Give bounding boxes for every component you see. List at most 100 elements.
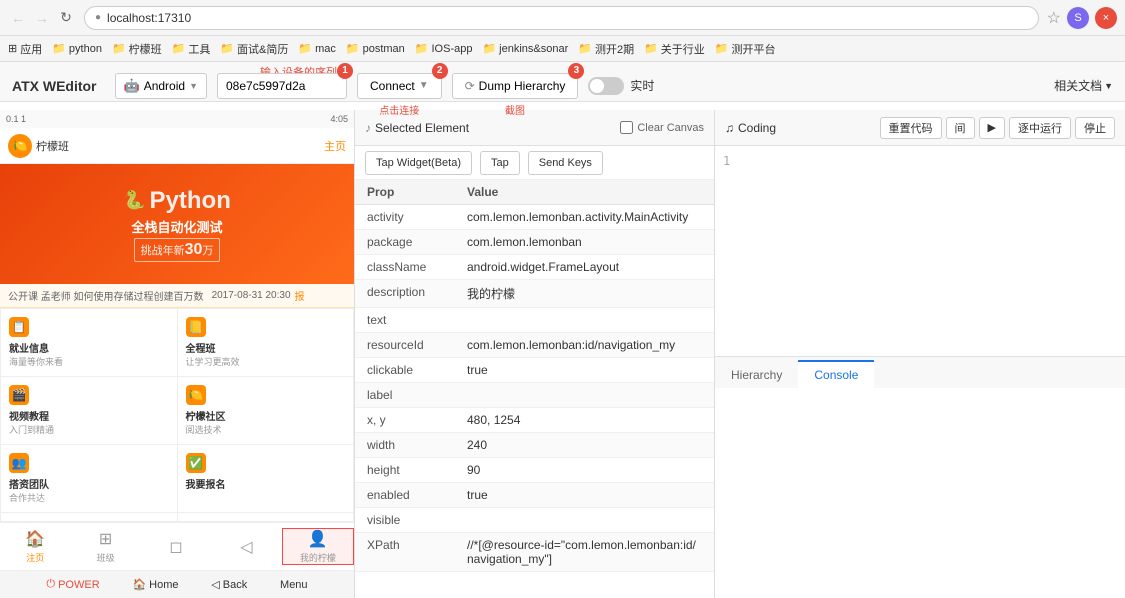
table-row[interactable]: label [355,383,714,408]
panel-tabs: Hierarchy Console [715,356,1125,388]
run-label: 逐中运行 [1018,120,1062,136]
prop-name-cell: width [355,433,455,458]
bookmark-mac[interactable]: 📁 mac [298,42,335,55]
bookmark-lemon[interactable]: 📁 柠檬班 [112,41,162,57]
power-button[interactable]: ⏻ POWER [46,578,99,591]
bookmark-star-button[interactable]: ☆ [1047,8,1061,28]
phone-screen: 0.1 1 4:05 🍋 柠檬班 主页 🐍 Pyth [0,110,354,521]
main-toolbar: 输入设备的序列号 ATX WEditor 🤖 Android ▼ 1 Conne… [0,62,1125,102]
platform-selector[interactable]: 🤖 Android ▼ [115,73,207,99]
tab-console[interactable]: Console [798,360,874,388]
community-icon: 🍋 [186,385,206,405]
grid-item-team[interactable]: 👥 搭资团队 合作共达 [1,445,177,512]
bookmark-interview[interactable]: 📁 面试&简历 [220,41,288,57]
annotation-num-1: 1 [337,63,353,79]
prop-value-cell: 480, 1254 [455,408,714,433]
prop-value-cell: true [455,483,714,508]
realtime-toggle-switch[interactable] [588,77,624,95]
forward-button[interactable]: → [32,8,52,28]
address-bar[interactable]: ● localhost:17310 [84,6,1039,30]
code-editor[interactable]: 1 [715,146,1125,356]
table-row[interactable]: width240 [355,433,714,458]
table-row[interactable]: description我的柠檬 [355,280,714,308]
tab-hierarchy[interactable]: Hierarchy [715,360,798,388]
realtime-toggle-area: 实时 [588,77,654,95]
bookmark-label: postman [363,43,405,55]
grid-item-employment[interactable]: 📋 就业信息 海量等你来看 [1,309,177,376]
reset-code-button[interactable]: 重置代码 [880,117,942,139]
table-row[interactable]: classNameandroid.widget.FrameLayout [355,255,714,280]
back-button[interactable]: ← [8,8,28,28]
menu-sys-button[interactable]: Menu [280,579,308,591]
tap-button[interactable]: Tap [480,151,520,175]
table-row[interactable]: resourceIdcom.lemon.lemonban:id/navigati… [355,333,714,358]
bookmark-platform[interactable]: 📁 测开平台 [715,41,776,57]
folder-icon: 📁 [715,42,729,55]
lemon-name: 柠檬班 [36,138,69,154]
bookmark-label: python [69,43,102,55]
table-row[interactable]: activitycom.lemon.lemonban.activity.Main… [355,205,714,230]
table-row[interactable]: text [355,308,714,333]
banner-python-text: Python [150,187,231,215]
bottom-nav-empty[interactable]: ◻ [141,537,211,557]
clear-canvas-input[interactable] [620,121,633,134]
folder-icon: 📁 [578,42,592,55]
back-sys-button[interactable]: ◁ Back [211,578,247,591]
back-sys-icon: ◁ [211,578,219,591]
grid-item-fullcourse[interactable]: 📒 全程班 让学习更高效 [178,309,354,376]
docs-link[interactable]: 相关文档 ▼ [1054,77,1113,94]
grid-item-enroll[interactable]: ✅ 我要报名 [178,445,354,512]
table-row[interactable]: XPath//*[@resource-id="com.lemon.lemonba… [355,533,714,572]
bookmark-label: mac [315,43,336,55]
connect-label: Connect [370,79,415,93]
menu-sys-label: Menu [280,579,308,591]
stop-button[interactable]: 停止 [1075,117,1115,139]
run-button[interactable]: 逐中运行 [1009,117,1071,139]
grid-item-sub: 合作共达 [9,491,45,504]
tap-widget-button[interactable]: Tap Widget(Beta) [365,151,472,175]
bookmark-ce2[interactable]: 📁 测开2期 [578,41,634,57]
dump-hierarchy-button[interactable]: ⟳ Dump Hierarchy [452,73,579,99]
grid-item-about[interactable]: ℹ️ 关于我们 好课合适入 [1,513,177,521]
send-keys-button[interactable]: Send Keys [528,151,603,175]
bookmark-jenkins[interactable]: 📁 jenkins&sonar [482,42,568,55]
bookmark-python[interactable]: 📁 python [52,42,102,55]
phone-promo-bar: 公开课 孟老师 如何使用存储过程创建百万数 2017-08-31 20:30 报 [0,284,354,308]
format-button[interactable]: 间 [946,117,975,139]
bookmark-apps[interactable]: ⊞ 应用 [8,41,42,57]
table-row[interactable]: height90 [355,458,714,483]
bottom-nav-back[interactable]: ◁ [211,537,281,557]
table-row[interactable]: enabledtrue [355,483,714,508]
grid-item-community[interactable]: 🍋 柠檬社区 阅选技术 [178,377,354,444]
table-row[interactable]: visible [355,508,714,533]
folder-icon: 📁 [220,42,234,55]
bookmark-label: IOS-app [432,43,473,55]
music-note-icon: ♫ [725,121,734,135]
grid-item-reward[interactable]: 🏆 推荐有奖 好友合适人 [178,513,354,521]
bookmark-tools[interactable]: 📁 工具 [172,41,211,57]
grid-item-video[interactable]: 🎬 视频教程 入门到精通 [1,377,177,444]
connect-button[interactable]: Connect ▼ [357,73,442,99]
refresh-button[interactable]: ↻ [56,8,76,28]
phone-grid: 📋 就业信息 海量等你来看 📒 全程班 让学习更高效 🎬 视频教程 入门到精通 [0,308,354,521]
bottom-nav-home[interactable]: 🏠 注页 [0,529,70,564]
home-sys-button[interactable]: 🏠 Home [132,578,178,591]
bookmark-postman[interactable]: 📁 postman [346,42,405,55]
device-id-input[interactable] [217,73,347,99]
class-icon: ⊞ [99,529,112,549]
clear-canvas-checkbox[interactable]: Clear Canvas [620,121,704,134]
empty-icon: ◻ [169,537,182,557]
folder-icon: 📁 [172,42,186,55]
bottom-nav-class[interactable]: ⊞ 班级 [70,529,140,564]
promo-link: 报 [295,288,305,303]
table-row[interactable]: clickabletrue [355,358,714,383]
phone-status-bar: 0.1 1 4:05 [0,110,354,128]
bottom-nav-profile[interactable]: 👤 我的柠檬 [282,528,354,565]
browser-chrome: ← → ↻ ● localhost:17310 ☆ S × [0,0,1125,36]
table-row[interactable]: x, y480, 1254 [355,408,714,433]
table-row[interactable]: packagecom.lemon.lemonban [355,230,714,255]
bookmark-industry[interactable]: 📁 关于行业 [644,41,705,57]
user-avatar-s: S [1067,7,1089,29]
arrow-right-button[interactable]: ▶ [979,117,1005,139]
bookmark-ios[interactable]: 📁 IOS-app [415,42,473,55]
